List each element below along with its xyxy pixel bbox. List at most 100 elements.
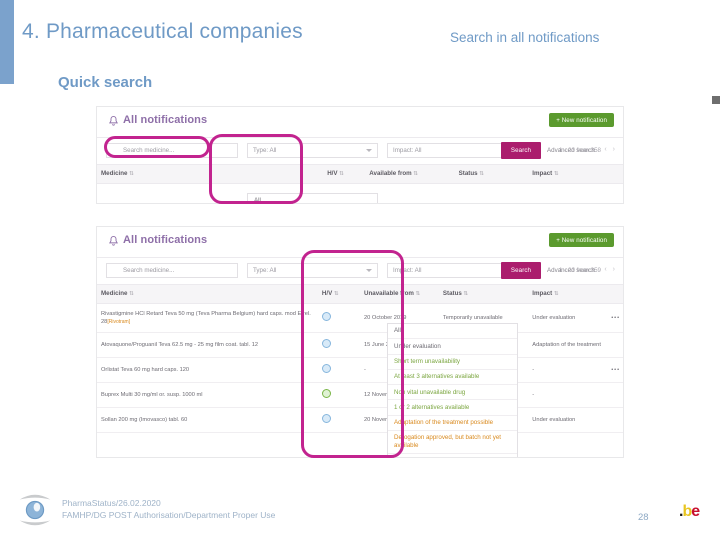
cell-hv [317,303,360,333]
table-row[interactable]: Rivastigmine HCl Retard Teva 50 mg (Teva… [97,303,623,333]
column-header-unavailable-from[interactable]: Unavailable from ⇅ [360,285,439,304]
slide-edge-marker [712,96,720,104]
row-menu-button[interactable] [607,332,623,358]
screenshot-panel-1: All notifications + New notification Sea… [96,106,624,204]
be-logo-b: b [682,503,692,520]
cell-medicine: Buprex Multi 30 mg/ml or. susp. 1000 ml [97,382,318,408]
dropdown-option[interactable]: At least 3 alternatives available [388,370,517,386]
hv-indicator-icon [321,339,331,348]
slide-accent-bar [0,0,14,84]
dropdown-option[interactable]: Approved derogation and batch available [388,454,517,457]
panel2-table: Medicine ⇅ H/V ⇅ Unavailable from ⇅ Stat… [97,285,623,433]
dropdown-option[interactable]: Adaptation of the treatment possible [388,416,517,431]
type-select-value: Type: All [253,147,277,154]
cell-hv [317,382,360,408]
hv-indicator-icon [321,364,331,373]
footer-line-1: PharmaStatus/26.02.2020 [62,498,161,508]
impact-dropdown-list[interactable]: All Under evaluation Short term unavailabi… [387,323,518,457]
row-menu-button[interactable]: ••• [607,303,623,333]
status-badge: [Rivotram] [107,319,131,325]
search-button[interactable]: Search [501,142,541,159]
dropdown-option[interactable]: Short term unavailability [388,355,517,370]
cell-medicine: Orlistat Teva 60 mg hard caps. 120 [97,357,318,383]
pagination-range: 1 - 20 from 359 [559,267,601,274]
slide-subtitle: Search in all notifications [450,30,600,45]
cell-impact: Under evaluation [528,407,608,433]
table-row[interactable]: Buprex Multi 30 mg/ml or. susp. 1000 ml 1… [97,382,623,408]
chevron-down-icon [366,269,372,272]
panel1-table: Medicine ⇅ H/V ⇅ Available from ⇅ Status… [97,165,623,184]
cell-hv [317,332,360,358]
panel2-header: All notifications + New notification [97,227,623,257]
panel1-title: All notifications [123,114,208,126]
chevron-down-icon [366,149,372,152]
cell-hv [317,407,360,433]
table-row[interactable]: Orlistat Teva 60 mg hard caps. 120-End o… [97,357,623,383]
cell-impact: - [528,357,608,383]
panel2-title: All notifications [123,234,208,246]
impact-select-value: Impact: All [393,147,422,154]
pagination-arrows[interactable]: ‹ › [604,146,617,153]
be-logo: .be [679,503,700,521]
column-header-hv[interactable]: H/V ⇅ [317,285,360,304]
dropdown-option[interactable]: 1 or 2 alternatives available [388,400,517,416]
table-header-row: Medicine ⇅ H/V ⇅ Unavailable from ⇅ Stat… [97,285,623,304]
type-select-value: Type: All [253,267,277,274]
dropdown-option[interactable]: Derogation approved, but batch not yet a… [388,431,517,454]
hv-indicator-icon [321,389,331,398]
cell-medicine: Sollan 200 mg (Imovasco) tabl. 60 [97,407,318,433]
column-header-medicine[interactable]: Medicine ⇅ [97,165,324,184]
column-header-impact[interactable]: Impact ⇅ [528,165,623,184]
impact-select[interactable]: Impact: All [387,263,518,278]
type-select[interactable]: Type: All [247,263,378,278]
search-input[interactable]: Search medicine... [106,143,238,158]
pagination-range: 1 - 20 from 358 [559,147,601,154]
column-header-status[interactable]: Status ⇅ [454,165,529,184]
page-title: 4. Pharmaceutical companies [22,20,303,43]
bell-icon [109,235,118,246]
hv-indicator-icon [321,312,331,321]
footer-text: PharmaStatus/26.02.2020 FAMHP/DG POST Au… [62,498,275,521]
cell-impact: Under evaluation [528,303,608,333]
search-input[interactable]: Search medicine... [106,263,238,278]
column-header-hv[interactable]: H/V ⇅ [323,165,366,184]
search-button[interactable]: Search [501,262,541,279]
column-header-status[interactable]: Status ⇅ [438,285,529,304]
dropdown-option[interactable]: Under evaluation [388,339,517,355]
table-row[interactable]: Atovaquone/Proguanil Teva 62.5 mg - 25 m… [97,332,623,358]
type-dropdown-list[interactable]: All Human use Veterinary use [247,193,378,203]
column-header-available-from[interactable]: Available from ⇅ [365,165,455,184]
table-row[interactable]: Sollan 200 mg (Imovasco) tabl. 60 20 Nove… [97,407,623,433]
panel2-filter-bar: Search medicine... Type: All Impact: All… [97,257,623,285]
cell-hv [317,357,360,383]
cell-medicine: Rivastigmine HCl Retard Teva 50 mg (Teva… [97,303,318,333]
page-number: 28 [638,512,649,523]
row-menu-button[interactable] [607,382,623,408]
column-header-impact[interactable]: Impact ⇅ [528,285,608,304]
type-select[interactable]: Type: All [247,143,378,158]
impact-select-value: Impact: All [393,267,422,274]
new-notification-button[interactable]: + New notification [549,113,614,127]
dropdown-option-all[interactable]: All [248,194,377,203]
column-header-actions [607,285,623,304]
footer-line-2: FAMHP/DG POST Authorisation/Department P… [62,509,276,520]
cell-medicine: Atovaquone/Proguanil Teva 62.5 mg - 25 m… [97,332,318,358]
dropdown-option[interactable]: All [388,324,517,340]
cell-impact: Adaptation of the treatment [528,332,608,358]
famhp-logo [19,494,51,526]
screenshot-panel-2: All notifications + New notification Sea… [96,226,624,458]
column-header-medicine[interactable]: Medicine ⇅ [97,285,318,304]
table-header-row: Medicine ⇅ H/V ⇅ Available from ⇅ Status… [97,165,623,184]
panel1-header: All notifications + New notification [97,107,623,137]
hv-indicator-icon [321,414,331,423]
cell-impact: - [528,382,608,408]
new-notification-button[interactable]: + New notification [549,233,614,247]
row-menu-button[interactable] [607,407,623,433]
dropdown-option[interactable]: Non vital unavailable drug [388,385,517,401]
impact-select[interactable]: Impact: All [387,143,518,158]
panel1-filter-bar: Search medicine... Type: All Impact: All… [97,137,623,165]
pagination-arrows[interactable]: ‹ › [604,266,617,273]
be-logo-e: e [691,503,700,520]
row-menu-button[interactable]: ••• [607,357,623,383]
bell-icon [109,115,118,126]
